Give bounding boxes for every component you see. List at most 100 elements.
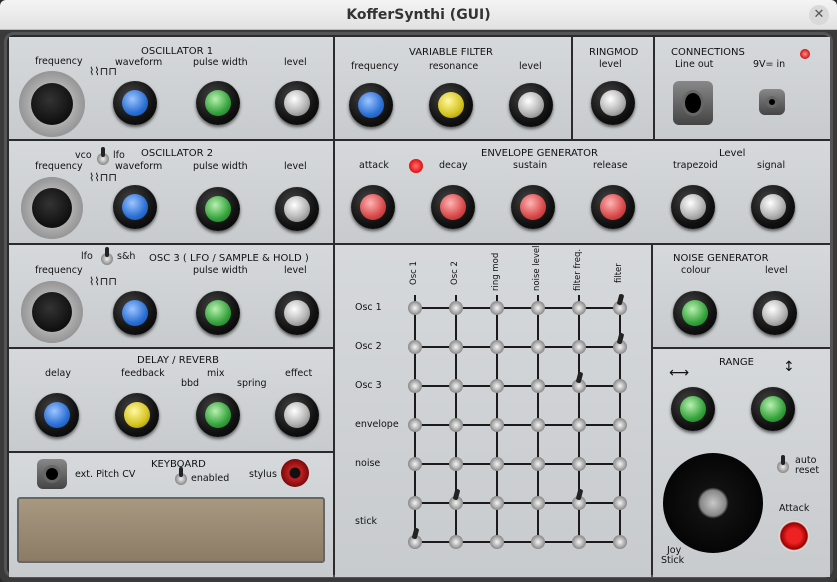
line-out-jack[interactable] (673, 81, 713, 125)
line-out-label: Line out (675, 59, 714, 70)
matrix-switch[interactable] (572, 457, 586, 471)
matrix-switch[interactable] (449, 457, 463, 471)
auto-reset-switch[interactable] (777, 455, 789, 473)
matrix-switch[interactable] (613, 496, 627, 510)
matrix-switch[interactable] (449, 496, 463, 510)
stick-label: stick (355, 516, 378, 527)
joystick[interactable] (663, 453, 763, 553)
matrix-switch[interactable] (408, 535, 422, 549)
resonance-knob[interactable] (429, 83, 473, 127)
matrix-column-label: filter freq. (573, 248, 583, 291)
mix-knob[interactable] (196, 393, 240, 437)
frequency-knob[interactable] (21, 177, 83, 239)
matrix-switch[interactable] (490, 535, 504, 549)
level-knob[interactable] (275, 291, 319, 335)
filter-frequency-knob[interactable] (349, 83, 393, 127)
noise-colour-knob[interactable] (673, 291, 717, 335)
level-label: level (599, 59, 622, 70)
matrix-switch[interactable] (490, 340, 504, 354)
close-icon[interactable]: ✕ (809, 5, 829, 25)
trapezoid-knob[interactable] (671, 185, 715, 229)
section-title: VARIABLE FILTER (409, 47, 493, 58)
matrix-switch[interactable] (449, 535, 463, 549)
keyboard-enable-switch[interactable] (175, 467, 187, 485)
range-x-knob[interactable] (671, 387, 715, 431)
waveform-knob[interactable] (113, 185, 157, 229)
sustain-knob[interactable] (511, 185, 555, 229)
matrix-switch[interactable] (531, 457, 545, 471)
pulse-width-knob[interactable] (196, 187, 240, 231)
matrix-switch[interactable] (531, 379, 545, 393)
waveform-knob[interactable] (113, 291, 157, 335)
matrix-switch[interactable] (408, 340, 422, 354)
matrix-switch[interactable] (449, 379, 463, 393)
level-knob[interactable] (275, 187, 319, 231)
matrix-switch[interactable] (613, 535, 627, 549)
noise-generator-section: NOISE GENERATOR colour level (653, 245, 830, 347)
matrix-switch[interactable] (613, 418, 627, 432)
matrix-switch[interactable] (572, 340, 586, 354)
matrix-switch[interactable] (449, 301, 463, 315)
matrix-switch[interactable] (449, 340, 463, 354)
power-jack[interactable] (759, 89, 785, 115)
attack-button[interactable] (777, 519, 811, 553)
matrix-switch[interactable] (531, 340, 545, 354)
matrix-switch[interactable] (613, 457, 627, 471)
matrix-switch[interactable] (408, 457, 422, 471)
matrix-switch[interactable] (572, 418, 586, 432)
feedback-knob[interactable] (115, 393, 159, 437)
waveform-knob[interactable] (113, 81, 157, 125)
matrix-switch[interactable] (408, 301, 422, 315)
frequency-knob[interactable] (19, 71, 85, 137)
attack-knob[interactable] (351, 185, 395, 229)
matrix-switch[interactable] (572, 496, 586, 510)
matrix-switch[interactable] (490, 457, 504, 471)
noise-level-knob[interactable] (753, 291, 797, 335)
matrix-switch[interactable] (572, 535, 586, 549)
feedback-label: feedback (121, 368, 165, 379)
level-label: level (765, 265, 788, 276)
ringmod-level-knob[interactable] (591, 81, 635, 125)
matrix-switch[interactable] (613, 379, 627, 393)
matrix-switch[interactable] (613, 340, 627, 354)
power-led (800, 49, 810, 59)
app-window: KofferSynthi (GUI) ✕ OSCILLATOR 1 freque… (0, 0, 837, 582)
matrix-switch[interactable] (408, 496, 422, 510)
effect-knob[interactable] (275, 393, 319, 437)
delay-reverb-section: DELAY / REVERB delay feedback mix bbd sp… (9, 349, 333, 451)
matrix-switch[interactable] (490, 496, 504, 510)
matrix-switch[interactable] (531, 535, 545, 549)
matrix-switch[interactable] (531, 496, 545, 510)
vco-lfo-switch[interactable] (97, 147, 109, 165)
matrix-switch[interactable] (572, 379, 586, 393)
matrix-switch[interactable] (490, 301, 504, 315)
matrix-column-label: Osc 2 (450, 261, 460, 285)
matrix-switch[interactable] (531, 301, 545, 315)
release-knob[interactable] (591, 185, 635, 229)
filter-level-knob[interactable] (509, 83, 553, 127)
matrix-row-label: noise (355, 458, 381, 469)
keyboard-strip[interactable] (17, 497, 325, 563)
pulse-width-knob[interactable] (196, 81, 240, 125)
waveform-icon: ⌇⌇⊓⊓ (89, 275, 117, 288)
matrix-switch[interactable] (449, 418, 463, 432)
matrix-switch[interactable] (572, 301, 586, 315)
matrix-switch[interactable] (613, 301, 627, 315)
matrix-switch[interactable] (490, 379, 504, 393)
range-y-knob[interactable] (751, 387, 795, 431)
matrix-switch[interactable] (531, 418, 545, 432)
lfo-sh-switch[interactable] (101, 247, 113, 265)
delay-knob[interactable] (35, 393, 79, 437)
signal-knob[interactable] (751, 185, 795, 229)
stylus-jack[interactable] (281, 459, 309, 487)
sustain-label: sustain (513, 160, 548, 171)
matrix-switch[interactable] (408, 379, 422, 393)
pulse-width-knob[interactable] (196, 291, 240, 335)
decay-knob[interactable] (431, 185, 475, 229)
delay-label: delay (45, 368, 71, 379)
pitch-cv-jack[interactable] (37, 459, 67, 489)
frequency-knob[interactable] (21, 281, 83, 343)
matrix-switch[interactable] (408, 418, 422, 432)
level-knob[interactable] (275, 81, 319, 125)
matrix-switch[interactable] (490, 418, 504, 432)
